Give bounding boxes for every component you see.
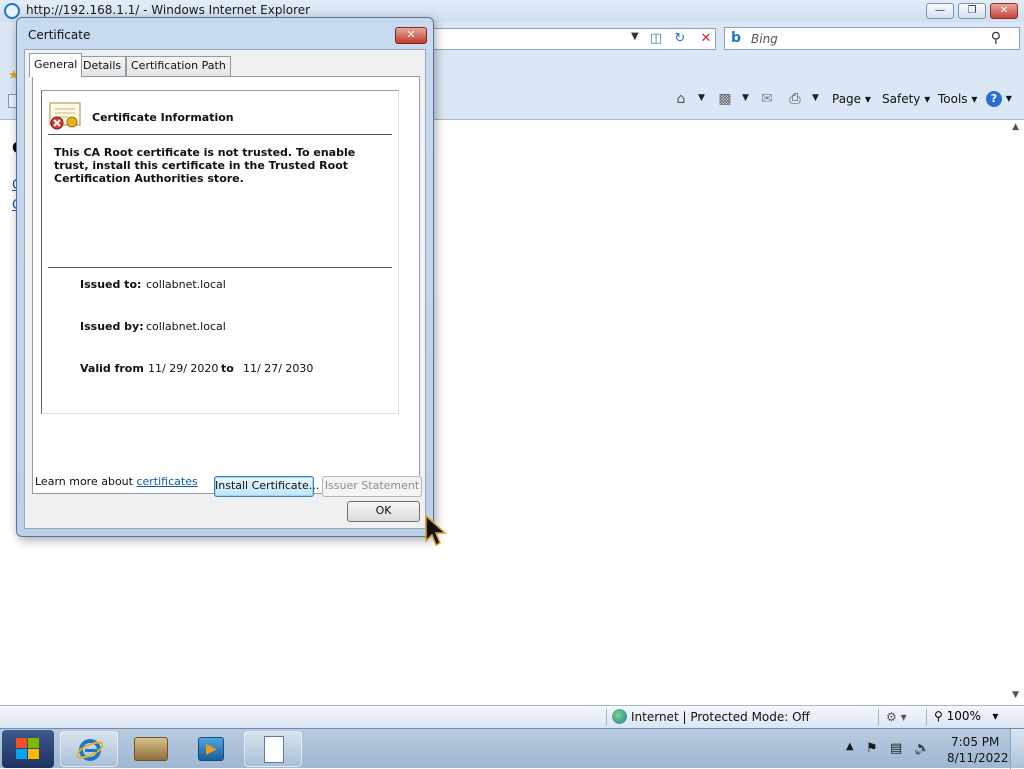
help-menu[interactable]: ? ▾ [986,91,1012,107]
learn-more-prefix: Learn more about [35,475,137,488]
divider [48,267,392,268]
media-player-icon[interactable]: ▶ [198,737,224,761]
divider [48,134,392,135]
tab-details[interactable]: Details [78,56,127,76]
home-icon[interactable]: ⌂ [672,90,690,108]
general-tab-panel: Certificate Information This CA Root cer… [32,76,422,497]
safety-menu[interactable]: Safety ▾ [882,92,930,106]
ok-button[interactable]: OK [347,501,420,522]
action-center-flag-icon[interactable]: ⚑ [866,741,878,756]
security-zone[interactable]: Internet | Protected Mode: Off [612,709,810,724]
volume-muted-icon[interactable]: 🔈 [914,741,930,756]
print-icon[interactable]: ⎙ [786,90,804,108]
valid-to-label: to [221,362,234,375]
start-button[interactable] [2,730,54,768]
page-menu-label: Page [832,92,862,106]
internet-globe-icon [612,709,627,724]
issued-by-value[interactable]: collabnet.local [146,320,226,333]
taskbar-document[interactable] [244,731,302,767]
restore-button[interactable]: ❐ [958,3,986,19]
protected-mode-icon[interactable]: ⚙ ▾ [886,710,907,724]
clock-date[interactable]: 8/11/2022 [947,751,1009,765]
bing-logo-icon: b [731,30,742,46]
tab-certification-path[interactable]: Certification Path [126,56,231,76]
security-zone-text: Internet | Protected Mode: Off [631,710,810,724]
read-mail-icon[interactable]: ✉ [758,90,776,108]
compatibility-view-icon[interactable]: ◫ [646,30,666,48]
internet-explorer-icon [77,739,103,761]
dialog-title: Certificate [28,28,91,42]
dialog-body: General Details Certification Path Certi… [24,49,426,529]
zoom-level: 100% [946,709,981,723]
status-divider [926,709,927,726]
window-close-button[interactable]: ✕ [990,3,1018,19]
issued-to-value[interactable]: collabnet.local [146,278,226,291]
network-icon[interactable]: ▤ [890,741,902,756]
refresh-icon[interactable]: ↻ [670,30,690,48]
status-bar: Internet | Protected Mode: Off ⚙ ▾ ⚲ 100… [0,705,1024,728]
page-menu[interactable]: Page ▾ [832,92,871,106]
valid-to-value[interactable]: 11/ 27/ 2030 [243,362,313,375]
mouse-cursor-icon [425,515,447,547]
tools-menu-label: Tools [938,92,968,106]
search-placeholder: Bing [751,32,778,46]
dialog-close-button[interactable]: ✕ [395,27,427,44]
stop-icon[interactable]: ✕ [696,30,716,48]
scroll-up-arrow-icon[interactable]: ▲ [1012,122,1019,132]
issued-to-label: Issued to: [80,278,142,291]
tools-menu[interactable]: Tools ▾ [938,92,977,106]
trust-warning-message: This CA Root certificate is not trusted.… [54,146,356,185]
show-desktop-button[interactable] [1010,729,1024,769]
browser-title: http://192.168.1.1/ - Windows Internet E… [26,3,311,17]
taskbar-internet-explorer[interactable] [60,731,118,767]
search-box[interactable]: b Bing ⚲ [724,27,1020,50]
windows-logo-icon [16,738,40,760]
scroll-down-arrow-icon[interactable]: ▼ [1012,690,1019,700]
taskbar: ▶ ▲ ⚑ ▤ 🔈 7:05 PM 8/11/2022 [0,728,1024,769]
certificate-error-icon [49,102,81,130]
print-dropdown-icon[interactable]: ▼ [812,93,819,103]
certificates-link[interactable]: certificates [136,475,197,488]
certificate-dialog: Certificate ✕ General Details Certificat… [16,17,434,537]
help-icon: ? [986,91,1002,107]
valid-from-label: Valid from [80,362,144,375]
home-dropdown-icon[interactable]: ▼ [698,93,705,103]
tab-general[interactable]: General [29,53,83,77]
feeds-icon[interactable]: ▩ [716,90,734,108]
learn-more-text: Learn more about certificates [35,475,198,488]
status-divider [878,709,879,726]
install-certificate-button[interactable]: Install Certificate... [214,476,319,497]
issued-by-label: Issued by: [80,320,144,333]
address-dropdown-icon[interactable]: ▼ [631,31,639,42]
issuer-statement-button[interactable]: Issuer Statement [322,476,422,497]
safety-menu-label: Safety [882,92,921,106]
certificate-info-box: Certificate Information This CA Root cer… [41,90,399,414]
valid-from-value[interactable]: 11/ 29/ 2020 [148,362,218,375]
command-bar: ⌂ ▼ ▩ ▼ ✉ ⎙ ▼ Page ▾ Safety ▾ Tools ▾ ? … [436,86,1024,112]
vertical-scrollbar[interactable]: ▲ ▼ [1007,120,1022,706]
minimize-button[interactable]: — [926,3,954,19]
search-icon[interactable]: ⚲ [991,30,1001,46]
certificate-info-heading: Certificate Information [92,111,234,124]
ie-logo-icon [4,3,20,19]
file-explorer-icon[interactable] [134,737,168,761]
clock-time[interactable]: 7:05 PM [951,735,999,749]
zoom-icon: ⚲ [934,709,943,723]
zoom-control[interactable]: ⚲ 100% ▾ [934,709,998,723]
feeds-dropdown-icon[interactable]: ▼ [742,93,749,103]
dialog-titlebar[interactable]: Certificate ✕ [17,18,433,48]
status-divider [606,709,607,726]
show-hidden-icons-icon[interactable]: ▲ [846,741,854,752]
document-icon [264,736,284,763]
